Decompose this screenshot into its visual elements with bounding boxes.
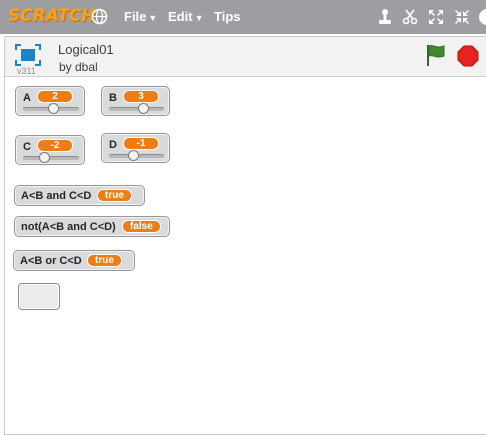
cut-icon[interactable] — [401, 8, 419, 26]
slider-track[interactable] — [23, 156, 79, 160]
presentation-mode-icon[interactable] — [15, 44, 41, 66]
reporter-label: A<B and C<D — [21, 190, 92, 202]
project-title: Logical01 — [58, 42, 114, 57]
menu-bar: SCRATCH File ▼ Edit ▼ Tips — [0, 0, 486, 34]
grow-icon[interactable] — [427, 8, 445, 26]
variable-monitor-c: C -2 — [15, 135, 85, 165]
variable-value: -2 — [37, 139, 73, 152]
help-icon[interactable] — [478, 8, 486, 26]
menu-tips[interactable]: Tips — [214, 9, 241, 24]
shrink-icon[interactable] — [453, 8, 471, 26]
green-flag-icon[interactable] — [425, 43, 447, 67]
chevron-down-icon: ▼ — [148, 13, 158, 23]
stop-icon[interactable] — [457, 45, 479, 67]
variable-value: 2 — [37, 90, 73, 103]
chevron-down-icon: ▼ — [194, 13, 204, 23]
reporter-label: A<B or C<D — [20, 255, 82, 267]
globe-icon[interactable] — [91, 8, 108, 25]
empty-button[interactable] — [18, 283, 60, 310]
menu-edit-label: Edit — [168, 9, 193, 24]
duplicate-icon[interactable] — [376, 8, 394, 26]
variable-monitor-d: D -1 — [101, 133, 170, 163]
reporter-monitor: A<B or C<D true — [13, 250, 135, 271]
variable-name: C — [23, 141, 31, 153]
reporter-monitor: not(A<B and C<D) false — [14, 216, 170, 237]
menu-file-label: File — [124, 9, 147, 24]
project-author: by dbal — [59, 60, 98, 74]
reporter-monitor: A<B and C<D true — [14, 185, 145, 206]
reporter-value: false — [122, 220, 161, 233]
reporter-value: true — [97, 189, 132, 202]
variable-name: D — [109, 139, 117, 151]
slider-knob[interactable] — [48, 103, 60, 114]
variable-name: A — [23, 92, 31, 104]
reporter-value: true — [87, 254, 122, 267]
variable-name: B — [109, 92, 117, 104]
version-label: v311 — [17, 66, 36, 76]
menu-edit[interactable]: Edit ▼ — [168, 9, 203, 24]
variable-monitor-a: A 2 — [15, 86, 85, 116]
menu-file[interactable]: File ▼ — [124, 9, 157, 24]
variable-monitor-b: B 3 — [101, 86, 170, 116]
reporter-label: not(A<B and C<D) — [21, 221, 116, 233]
scratch-logo[interactable]: SCRATCH — [8, 6, 96, 26]
slider-knob[interactable] — [38, 152, 50, 163]
slider-track[interactable] — [109, 107, 164, 111]
slider-knob[interactable] — [128, 150, 140, 161]
slider-knob[interactable] — [137, 103, 149, 114]
variable-value: 3 — [123, 90, 159, 103]
variable-value: -1 — [123, 137, 159, 150]
menu-tips-label: Tips — [214, 9, 241, 24]
